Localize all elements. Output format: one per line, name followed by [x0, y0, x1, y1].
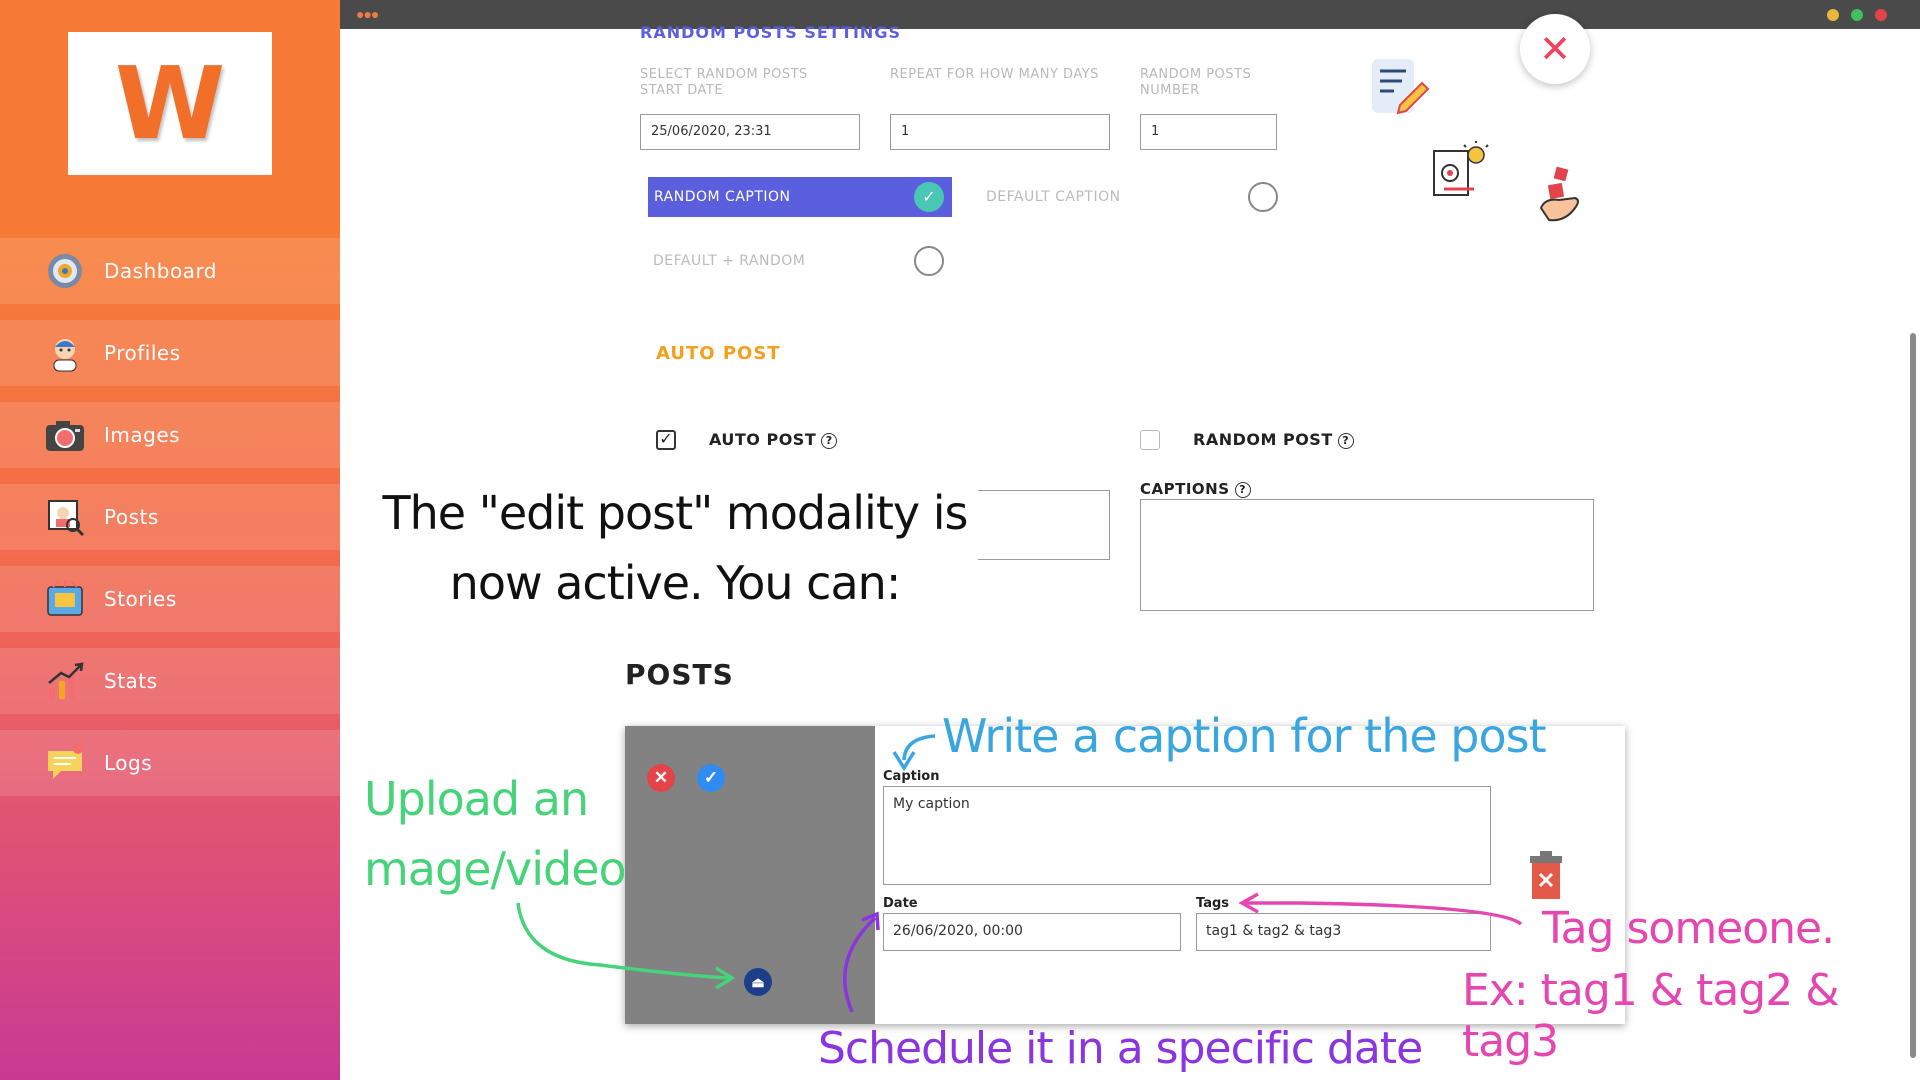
upload-annotation: Upload an mage/video: [364, 764, 627, 904]
upload-annotation-line1: Upload an: [364, 772, 589, 826]
scrollbar[interactable]: [1910, 333, 1916, 1058]
tag-annotation-line2: Ex: tag1 & tag2 & tag3: [1462, 965, 1840, 1067]
schedule-annotation: Schedule it in a specific date: [818, 1023, 1423, 1074]
upload-annotation-line2: mage/video: [364, 842, 627, 896]
caption-annotation: Write a caption for the post: [942, 709, 1547, 763]
tag-annotation-line1: Tag someone.: [1542, 903, 1835, 954]
